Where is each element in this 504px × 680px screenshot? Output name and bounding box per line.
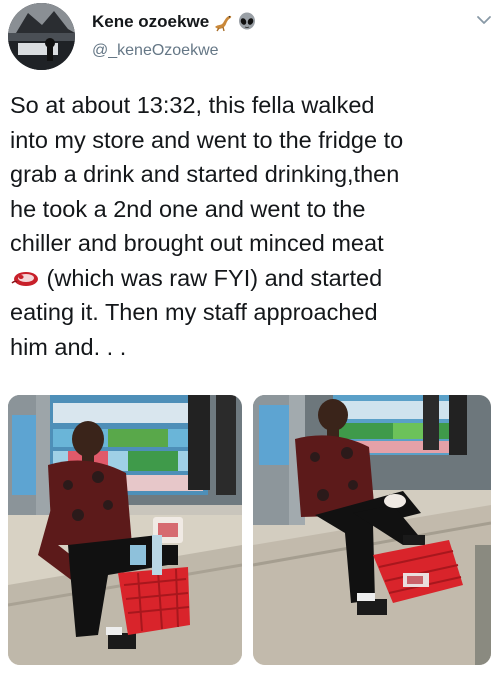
tweet-line: eating it. Then my staff approached [10,299,378,325]
tweet-line: he took a 2nd one and went to the [10,195,366,222]
tweet-line: him and. . . [10,333,127,360]
chevron-down-icon[interactable] [474,10,494,30]
tweet-line: chiller and brought out minced meat [10,230,384,256]
tweet-line: grab a drink and started drinking,then [10,161,400,187]
tweet-line: So at about 13:32, this fella walked [10,92,375,118]
photo-right-image [253,395,491,665]
tweet-photo-left[interactable] [8,395,242,665]
author-display-name[interactable]: Kene ozoekwe [92,12,209,32]
avatar-image [8,3,75,70]
alien-emoji-icon [237,12,257,32]
photo-left-image [8,395,242,665]
tweet-header: Kene ozoekwe @_keneOzoekwe [0,0,504,78]
meat-emoji-icon [10,264,40,286]
tweet-text: So at about 13:32, this fella walked int… [10,88,496,364]
avatar[interactable] [8,3,75,70]
author-name-row: Kene ozoekwe [92,10,257,34]
tweet-line: (which was raw FYI) and started [40,264,383,291]
lizard-emoji-icon [213,12,233,32]
tweet-photo-right[interactable] [253,395,491,665]
tweet-line: into my store and went to the fridge to [10,126,404,153]
author-handle[interactable]: @_keneOzoekwe [92,42,219,60]
